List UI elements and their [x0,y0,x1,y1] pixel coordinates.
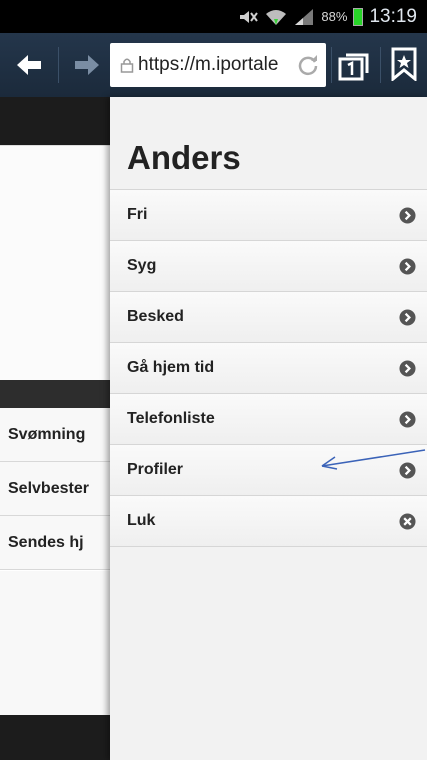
browser-toolbar: https://m.iportale [0,33,427,97]
menu-item-label: Syg [127,257,157,274]
annotation-arrow [321,449,426,470]
page-lower-area [0,571,110,715]
signal-icon [295,8,314,25]
close-circle-icon [399,513,416,530]
mute-icon [240,10,259,23]
chevron-right-circle-icon [399,360,416,377]
url-bar[interactable]: https://m.iportale [110,43,326,87]
menu-item-label: Telefonliste [127,410,215,427]
status-icons: 88% 13:19 [237,0,427,33]
bookmark-icon[interactable] [390,47,418,81]
page-list-item[interactable]: Svømning [0,408,110,462]
page-list-item[interactable]: Selvbester [0,462,110,516]
page-section-divider [0,380,110,408]
status-bar: 88% 13:19 [0,0,427,33]
side-panel: Anders Fri Syg Besked Gå hjem tid Telefo… [110,97,427,760]
wifi-icon [266,9,287,25]
menu-item-label: Fri [127,206,148,223]
chevron-right-circle-icon [399,411,416,428]
reload-icon[interactable] [296,53,320,77]
clock: 13:19 [369,5,417,27]
menu-item-luk[interactable]: Luk [110,496,427,547]
toolbar-divider [58,47,59,83]
menu-item-besked[interactable]: Besked [110,292,427,343]
chevron-right-circle-icon [399,309,416,326]
tabs-icon[interactable] [338,51,370,81]
menu-item-label: Profiler [127,461,184,478]
battery-icon [353,7,364,26]
chevron-right-circle-icon [399,258,416,275]
panel-menu: Fri Syg Besked Gå hjem tid Telefonliste [110,189,427,547]
menu-item-telefonliste[interactable]: Telefonliste [110,394,427,445]
page-list-item[interactable]: Sendes hj [0,516,110,570]
page-footer [0,715,110,760]
menu-item-label: Gå hjem tid [127,359,215,376]
battery-percent: 88% [321,9,348,24]
menu-item-label: Luk [127,512,156,529]
menu-item-syg[interactable]: Syg [110,241,427,292]
menu-item-ga-hjem-tid[interactable]: Gå hjem tid [110,343,427,394]
menu-item-fri[interactable]: Fri [110,190,427,241]
toolbar-divider [380,47,381,83]
toolbar-divider [331,47,332,83]
url-text: https://m.iportale [138,54,279,75]
page-content [0,145,110,380]
menu-item-label: Besked [127,308,184,325]
forward-arrow-icon[interactable] [72,51,102,79]
lock-icon [120,58,134,73]
page-list: Svømning Selvbester Sendes hj [0,408,110,570]
page-header [0,97,110,145]
panel-title: Anders [127,139,241,176]
chevron-right-circle-icon [399,207,416,224]
back-arrow-icon[interactable] [14,51,44,79]
